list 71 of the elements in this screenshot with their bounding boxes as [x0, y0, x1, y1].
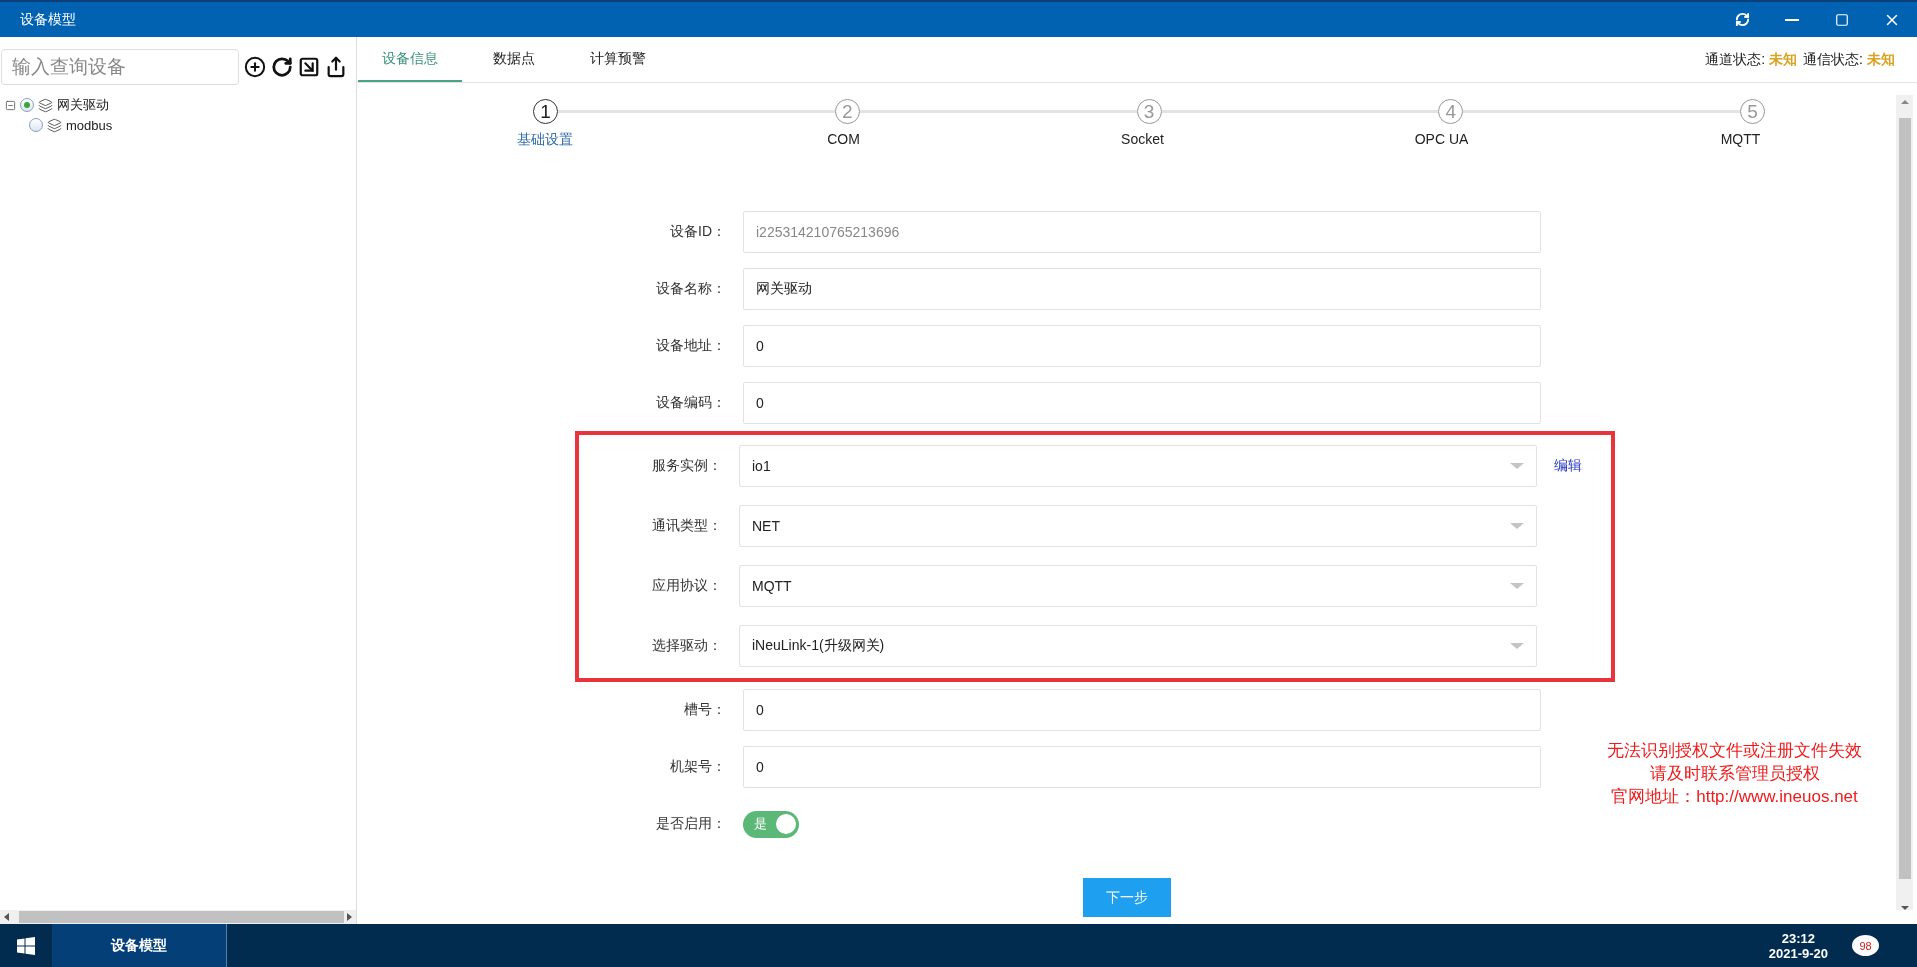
refresh-icon	[1734, 12, 1750, 27]
horizontal-scrollbar[interactable]	[0, 910, 356, 924]
caret-icon	[1510, 643, 1524, 649]
refresh-button[interactable]	[271, 56, 293, 78]
select-value: NET	[752, 518, 781, 534]
vertical-scrollbar[interactable]	[1896, 95, 1913, 910]
field-label: 通讯类型：	[651, 517, 722, 535]
notification-badge[interactable]: 98	[1852, 935, 1879, 956]
step-label: Socket	[1120, 131, 1165, 149]
radio-button[interactable]	[20, 98, 34, 112]
add-icon	[244, 56, 266, 78]
field-label: 应用协议：	[651, 577, 722, 595]
layers-icon	[47, 117, 62, 133]
input-field[interactable]: 0	[743, 382, 1541, 424]
input-field[interactable]: 网关驱动	[743, 268, 1541, 310]
field-label: 设备编码：	[655, 394, 726, 412]
select-field[interactable]: iNeuLink-1(升级网关)	[739, 625, 1537, 667]
edit-link[interactable]: 编辑	[1554, 457, 1582, 475]
select-value: io1	[752, 458, 772, 474]
share-icon	[325, 56, 347, 78]
field-label: 机架号：	[669, 758, 726, 776]
tree-item[interactable]: 网关驱动	[57, 96, 109, 114]
import-button[interactable]	[298, 56, 320, 78]
clock-date: 2021-9-20	[1768, 945, 1828, 961]
input-field[interactable]: 0	[743, 746, 1541, 788]
layers-icon	[38, 97, 53, 113]
maximize-icon	[1835, 12, 1849, 27]
window-title: 设备模型	[20, 10, 77, 29]
input-field[interactable]: 0	[743, 325, 1541, 367]
step-label: MQTT	[1719, 131, 1762, 149]
search-field[interactable]: 输入查询设备	[1, 49, 239, 85]
status-value: 未知	[1867, 50, 1895, 69]
caret-icon	[1510, 583, 1524, 589]
warning-text: 无法识别授权文件或注册文件失效	[1607, 740, 1862, 762]
radio-button[interactable]	[29, 118, 43, 132]
step-label: COM	[826, 131, 861, 149]
status-label: 通信状态:	[1803, 50, 1863, 69]
select-field[interactable]: NET	[739, 505, 1537, 547]
refresh-icon	[271, 56, 293, 78]
share-button[interactable]	[325, 56, 347, 78]
field-label: 设备地址：	[655, 337, 726, 355]
select-value: MQTT	[752, 578, 793, 594]
field-label: 选择驱动：	[651, 637, 722, 655]
field-label: 是否启用：	[655, 815, 726, 833]
select-field[interactable]: io1	[739, 445, 1537, 487]
field-label: 槽号：	[683, 701, 726, 719]
step-label: 基础设置	[515, 131, 574, 149]
status-value: 未知	[1769, 50, 1798, 69]
status-label: 通道状态:	[1705, 50, 1766, 69]
tab[interactable]: 数据点	[462, 37, 566, 82]
field-label: 服务实例：	[651, 457, 722, 475]
warning-text: 官网地址：http://www.ineuos.net	[1611, 786, 1858, 808]
minimize-icon	[1785, 18, 1799, 21]
caret-icon	[1510, 463, 1524, 469]
warning-text: 请及时联系管理员授权	[1649, 763, 1820, 785]
field-label: 设备ID：	[669, 223, 726, 241]
field-label: 设备名称：	[655, 280, 726, 298]
tree-item[interactable]: modbus	[66, 117, 113, 133]
select-value: iNeuLink-1(升级网关)	[752, 637, 886, 655]
input-field[interactable]: 0	[743, 689, 1541, 731]
windows-logo-icon	[17, 936, 35, 955]
taskbar-app-button[interactable]: 设备模型	[52, 924, 227, 967]
arrow-box-icon	[298, 56, 320, 78]
caret-icon	[1510, 523, 1524, 529]
tab[interactable]: 计算预警	[566, 37, 670, 82]
tab[interactable]: 设备信息	[358, 37, 462, 82]
step-label: OPC UA	[1413, 131, 1470, 149]
clock-time: 23:12	[1781, 930, 1815, 946]
select-field[interactable]: MQTT	[739, 565, 1537, 607]
collapse-icon[interactable]	[5, 99, 16, 111]
add-button[interactable]	[244, 56, 266, 78]
